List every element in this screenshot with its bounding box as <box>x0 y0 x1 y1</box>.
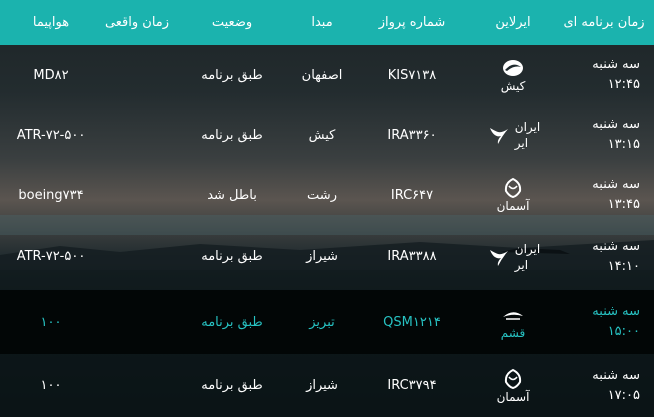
kish-air-logo-icon <box>503 60 523 76</box>
aircraft: ATR-۷۲-۵۰۰ <box>16 127 86 143</box>
table-row[interactable]: سه شنبه ۱۷:۰۵ آسمان IRC۳۷۹۴ شیراز طبق بر… <box>0 354 654 417</box>
flight-board: زمان برنامه ای ایرلاین شماره پرواز مبدا … <box>0 0 654 417</box>
day-label: سه شنبه <box>592 117 640 132</box>
origin: اصفهان <box>301 67 343 83</box>
header-aircraft: هواپیما <box>32 15 70 30</box>
table-row[interactable]: سه شنبه ۱۴:۱۰ ایران ایر IRA۳۳۸۸ شیراز طب… <box>0 225 654 288</box>
flight-number: IRC۳۷۹۴ <box>387 378 437 393</box>
iran-air-logo-icon <box>489 249 508 266</box>
airline-name: کیش <box>500 79 526 93</box>
airline-cell: کیش <box>472 45 554 105</box>
airline-cell: ایران ایر <box>472 225 554 288</box>
airline-name-line2: ایر <box>514 136 529 150</box>
actual-time <box>102 225 172 288</box>
status: طبق برنامه <box>201 249 263 264</box>
flight-number: QSM۱۲۱۴ <box>383 314 441 330</box>
airline-name-line2: ایر <box>514 257 529 272</box>
airline-cell: قشم <box>472 290 554 354</box>
status: طبق برنامه <box>201 67 263 83</box>
day-label: سه شنبه <box>592 367 640 383</box>
scheduled-time-cell: سه شنبه ۱۲:۴۵ <box>554 45 654 105</box>
scheduled-time-cell: سه شنبه ۱۳:۱۵ <box>554 105 654 165</box>
aircraft: ۱۰۰ <box>40 378 62 393</box>
header-actual-time: زمان واقعی <box>104 15 170 30</box>
day-label: سه شنبه <box>592 57 640 72</box>
aircraft: ATR-۷۲-۵۰۰ <box>16 249 86 264</box>
origin: شیراز <box>306 378 338 393</box>
scheduled-time-cell: سه شنبه ۱۴:۱۰ <box>554 225 654 288</box>
table-row-highlighted[interactable]: سه شنبه ۱۵:۰۰ قشم QSM۱۲۱۴ تبریز طبق برنا… <box>0 290 654 354</box>
day-label: سه شنبه <box>592 177 640 192</box>
scheduled-time-cell: سه شنبه ۱۳:۴۵ <box>554 165 654 225</box>
origin: رشت <box>307 187 337 203</box>
header-airline: ایرلاین <box>495 15 531 30</box>
qeshm-air-logo-icon <box>503 312 523 320</box>
flight-number: IRA۳۳۶۰ <box>387 127 437 143</box>
flight-number: IRA۳۳۸۸ <box>387 249 437 264</box>
header-flight-number: شماره پرواز <box>378 15 446 30</box>
status: باطل شد <box>207 187 257 203</box>
airline-name: آسمان <box>496 199 530 213</box>
airline-name: قشم <box>500 326 526 340</box>
table-header: زمان برنامه ای ایرلاین شماره پرواز مبدا … <box>0 0 654 45</box>
actual-time <box>102 290 172 354</box>
table-row[interactable]: سه شنبه ۱۳:۱۵ ایران ایر IRA۳۳۶۰ کیش طبق … <box>0 105 654 165</box>
day-label: سه شنبه <box>592 238 640 254</box>
aircraft: ۱۰۰ <box>40 314 62 330</box>
actual-time <box>102 105 172 165</box>
day-label: سه شنبه <box>592 304 640 319</box>
table-row[interactable]: سه شنبه ۱۲:۴۵ کیش KIS۷۱۳۸ اصفهان طبق برن… <box>0 45 654 105</box>
time-label: ۱۳:۴۵ <box>607 197 640 212</box>
status: طبق برنامه <box>201 378 263 393</box>
status: طبق برنامه <box>201 127 263 143</box>
time-label: ۱۵:۰۰ <box>607 324 640 339</box>
origin: شیراز <box>306 249 338 264</box>
airline-cell: ایران ایر <box>472 105 554 165</box>
airline-cell: آسمان <box>472 354 554 417</box>
aseman-logo-icon <box>504 368 522 389</box>
actual-time <box>102 354 172 417</box>
header-scheduled-time: زمان برنامه ای <box>563 15 645 30</box>
aircraft: boeing۷۳۴ <box>18 187 84 203</box>
aseman-logo-icon <box>504 177 522 199</box>
time-label: ۱۴:۱۰ <box>607 258 640 274</box>
time-label: ۱۷:۰۵ <box>607 387 640 403</box>
actual-time <box>102 165 172 225</box>
time-label: ۱۲:۴۵ <box>607 77 640 92</box>
scheduled-time-cell: سه شنبه ۱۷:۰۵ <box>554 354 654 417</box>
iran-air-logo-icon <box>489 128 508 144</box>
scheduled-time-cell: سه شنبه ۱۵:۰۰ <box>554 290 654 354</box>
flight-number: KIS۷۱۳۸ <box>387 67 437 83</box>
status: طبق برنامه <box>201 314 263 330</box>
header-status: وضعیت <box>211 15 253 30</box>
table-row[interactable]: سه شنبه ۱۳:۴۵ آسمان IRC۶۴۷ رشت باطل شد b… <box>0 165 654 225</box>
airline-name-line1: ایران <box>514 241 541 256</box>
flight-number: IRC۶۴۷ <box>390 187 434 203</box>
time-label: ۱۳:۱۵ <box>607 137 640 152</box>
origin: کیش <box>308 127 336 143</box>
origin: تبریز <box>309 314 335 330</box>
airline-name: آسمان <box>496 389 530 404</box>
aircraft: MD۸۲ <box>33 67 69 83</box>
header-origin: مبدا <box>311 15 333 30</box>
actual-time <box>102 45 172 105</box>
airline-cell: آسمان <box>472 165 554 225</box>
airline-name-line1: ایران <box>514 120 541 134</box>
